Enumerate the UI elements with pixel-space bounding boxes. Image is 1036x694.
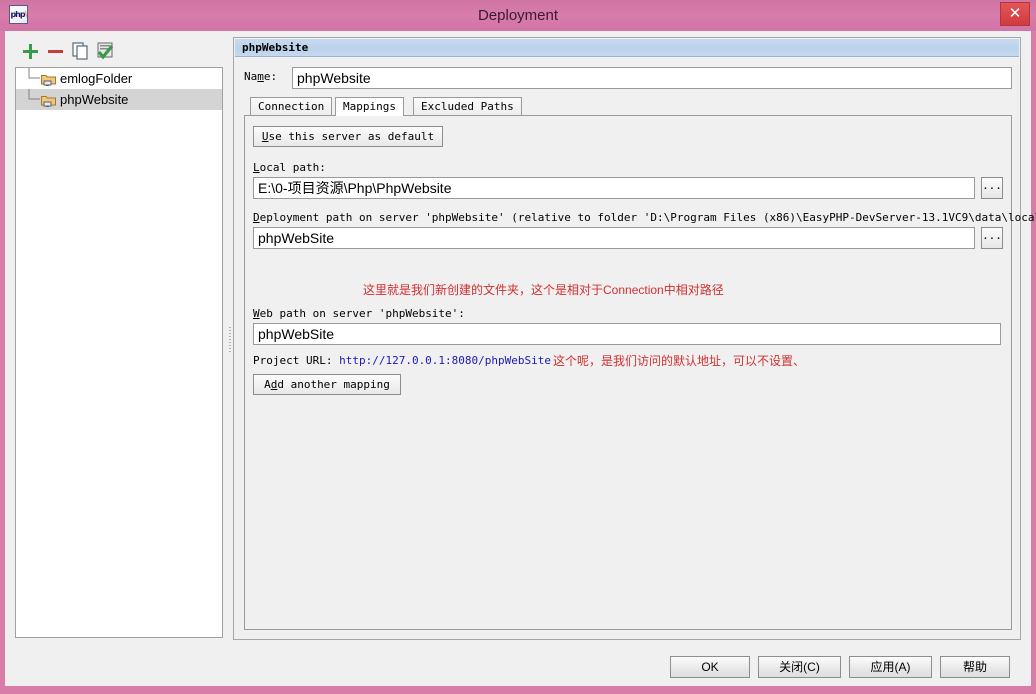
splitter-grip-icon xyxy=(229,327,231,353)
tree-item-label: emlogFolder xyxy=(60,71,133,86)
server-list-panel: emlogFolder phpWebsite xyxy=(15,37,225,640)
tab-connection[interactable]: Connection xyxy=(250,97,333,116)
mappings-tab-panel: Use this server as default Local path: .… xyxy=(244,115,1036,630)
local-path-browse-button[interactable]: ... xyxy=(981,177,1003,199)
tree-item-emlogfolder[interactable]: emlogFolder xyxy=(16,68,222,89)
deployment-path-browse-button[interactable]: ... xyxy=(981,227,1003,249)
name-input[interactable] xyxy=(292,67,1012,89)
local-path-input[interactable] xyxy=(253,177,975,199)
server-tree[interactable]: emlogFolder phpWebsite xyxy=(15,67,223,638)
title-bar: php\ Deployment ✕ xyxy=(0,0,1036,31)
settings-tabs: Connection Mappings Excluded Paths xyxy=(250,97,1012,116)
add-server-button[interactable] xyxy=(19,40,41,62)
server-toolbar xyxy=(15,37,225,65)
remove-server-button[interactable] xyxy=(44,40,66,62)
close-icon[interactable]: ✕ xyxy=(1000,2,1030,26)
web-path-label: Web path on server 'phpWebsite': xyxy=(253,307,465,320)
add-another-mapping-button[interactable]: Add another mapping xyxy=(253,374,401,395)
use-this-server-as-default-button[interactable]: Use this server as default xyxy=(253,126,443,147)
validate-server-button[interactable] xyxy=(94,40,116,62)
panel-header: phpWebsite xyxy=(235,39,1019,57)
apply-button[interactable]: 应用(A) xyxy=(849,656,932,678)
annotation-deployment-path: 这里就是我们新创建的文件夹，这个是相对于Connection中相对路径 xyxy=(363,283,724,297)
server-detail-panel: phpWebsite Name: Connection Mappings Exc… xyxy=(233,37,1036,640)
tab-excluded-paths[interactable]: Excluded Paths xyxy=(413,97,522,116)
dialog-client-area: emlogFolder phpWebsite phpWebsite Name: … xyxy=(5,31,1036,686)
copy-server-button[interactable] xyxy=(69,40,91,62)
tab-mappings[interactable]: Mappings xyxy=(335,97,404,116)
web-path-input[interactable] xyxy=(253,323,1001,345)
ok-button[interactable]: OK xyxy=(670,656,750,678)
project-url-link[interactable]: http://127.0.0.1:8080/phpWebSite xyxy=(339,354,551,367)
deployment-path-label: Deployment path on server 'phpWebsite' (… xyxy=(253,211,1036,224)
deployment-dialog-window: php\ Deployment ✕ emlogFolder phpWebsite… xyxy=(0,0,1036,694)
server-folder-icon xyxy=(41,72,57,86)
annotation-project-url: 这个呢，是我们访问的默认地址，可以不设置、 xyxy=(553,354,806,368)
deployment-path-input[interactable] xyxy=(253,227,975,249)
server-folder-icon xyxy=(41,93,57,107)
name-label: Name: xyxy=(244,70,278,83)
tree-item-phpwebsite[interactable]: phpWebsite xyxy=(16,89,222,110)
project-url-label: Project URL: xyxy=(253,354,340,367)
window-title: Deployment xyxy=(477,7,559,24)
tree-item-label: phpWebsite xyxy=(60,92,129,107)
dialog-button-bar: OK 关闭(C) 应用(A) 帮助 xyxy=(5,644,1031,686)
help-button[interactable]: 帮助 xyxy=(940,656,1010,678)
name-row: Name: xyxy=(244,67,1012,89)
project-url-row: Project URL: http://127.0.0.1:8080/phpWe… xyxy=(253,354,551,367)
local-path-label: Local path: xyxy=(253,161,326,174)
close-button[interactable]: 关闭(C) xyxy=(758,656,841,678)
panel-header-title: phpWebsite xyxy=(242,41,309,54)
